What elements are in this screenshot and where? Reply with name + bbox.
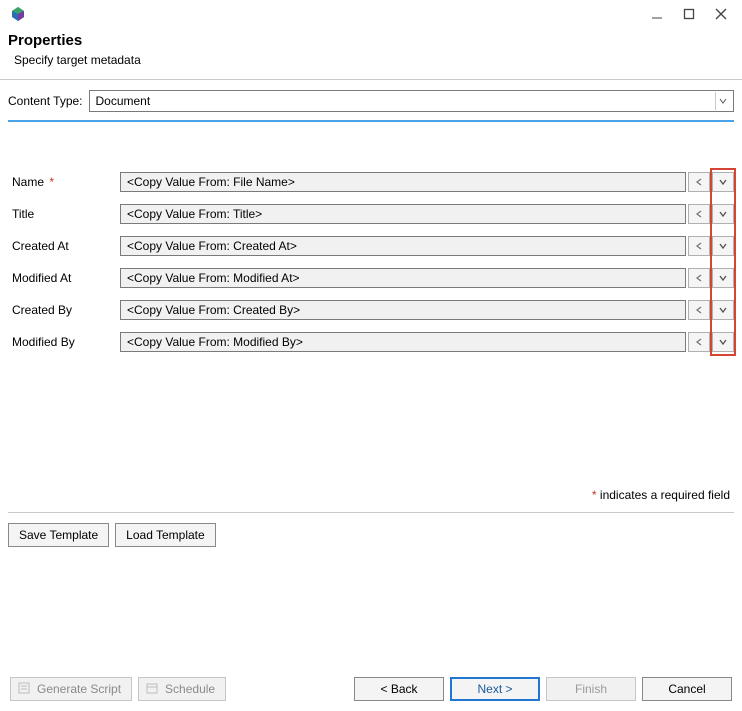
generate-script-label: Generate Script	[37, 682, 121, 696]
field-row: Modified By<Copy Value From: Modified By…	[8, 326, 734, 358]
field-input[interactable]: <Copy Value From: Created At>	[120, 236, 686, 256]
divider	[0, 79, 742, 80]
chevron-down-icon	[718, 305, 728, 315]
field-prev-button[interactable]	[688, 268, 710, 288]
field-input[interactable]: <Copy Value From: Modified At>	[120, 268, 686, 288]
field-label: Title	[8, 207, 120, 221]
chevron-left-icon	[694, 241, 704, 251]
cancel-button[interactable]: Cancel	[642, 677, 732, 701]
chevron-down-icon	[715, 92, 729, 110]
field-dropdown-button[interactable]	[712, 172, 734, 192]
back-button[interactable]: < Back	[354, 677, 444, 701]
app-logo-icon	[10, 6, 26, 22]
chevron-left-icon	[694, 273, 704, 283]
field-dropdown-button[interactable]	[712, 332, 734, 352]
chevron-down-icon	[718, 177, 728, 187]
fields-container: Name *<Copy Value From: File Name>Title<…	[0, 122, 742, 358]
field-row: Created At<Copy Value From: Created At>	[8, 230, 734, 262]
dialog-header: Properties Specify target metadata	[0, 28, 742, 75]
page-title: Properties	[8, 32, 734, 49]
content-type-row: Content Type: Document	[0, 90, 742, 112]
field-label: Modified By	[8, 335, 120, 349]
window-close-icon[interactable]	[714, 7, 728, 21]
schedule-button[interactable]: Schedule	[138, 677, 226, 701]
chevron-left-icon	[694, 337, 704, 347]
next-button[interactable]: Next >	[450, 677, 540, 701]
field-label: Modified At	[8, 271, 120, 285]
window-maximize-icon[interactable]	[682, 7, 696, 21]
field-row: Name *<Copy Value From: File Name>	[8, 166, 734, 198]
chevron-down-icon	[718, 337, 728, 347]
field-label: Created By	[8, 303, 120, 317]
field-prev-button[interactable]	[688, 204, 710, 224]
chevron-left-icon	[694, 209, 704, 219]
field-prev-button[interactable]	[688, 172, 710, 192]
window-minimize-icon[interactable]	[650, 7, 664, 21]
field-dropdown-button[interactable]	[712, 236, 734, 256]
chevron-down-icon	[718, 241, 728, 251]
field-dropdown-button[interactable]	[712, 300, 734, 320]
field-prev-button[interactable]	[688, 332, 710, 352]
field-dropdown-button[interactable]	[712, 204, 734, 224]
chevron-left-icon	[694, 305, 704, 315]
required-star-icon: *	[46, 175, 54, 189]
required-field-note: * indicates a required field	[0, 488, 742, 502]
load-template-button[interactable]: Load Template	[115, 523, 216, 547]
content-type-select[interactable]: Document	[89, 90, 735, 112]
template-bar: Save Template Load Template	[8, 512, 734, 547]
chevron-down-icon	[718, 273, 728, 283]
field-label: Name *	[8, 175, 120, 189]
chevron-down-icon	[718, 209, 728, 219]
field-dropdown-button[interactable]	[712, 268, 734, 288]
content-type-value: Document	[96, 94, 151, 108]
content-type-label: Content Type:	[8, 94, 83, 108]
field-prev-button[interactable]	[688, 236, 710, 256]
field-prev-button[interactable]	[688, 300, 710, 320]
field-input[interactable]: <Copy Value From: Created By>	[120, 300, 686, 320]
field-label: Created At	[8, 239, 120, 253]
finish-button: Finish	[546, 677, 636, 701]
field-input[interactable]: <Copy Value From: File Name>	[120, 172, 686, 192]
field-input[interactable]: <Copy Value From: Title>	[120, 204, 686, 224]
calendar-icon	[145, 681, 159, 698]
schedule-label: Schedule	[165, 682, 215, 696]
page-subtitle: Specify target metadata	[14, 53, 734, 67]
window-titlebar	[0, 0, 742, 28]
field-row: Created By<Copy Value From: Created By>	[8, 294, 734, 326]
required-note-text: indicates a required field	[597, 488, 730, 502]
field-row: Modified At<Copy Value From: Modified At…	[8, 262, 734, 294]
wizard-footer: Generate Script Schedule < Back Next > F…	[0, 677, 742, 701]
save-template-button[interactable]: Save Template	[8, 523, 109, 547]
field-row: Title<Copy Value From: Title>	[8, 198, 734, 230]
chevron-left-icon	[694, 177, 704, 187]
script-icon	[17, 681, 31, 698]
field-input[interactable]: <Copy Value From: Modified By>	[120, 332, 686, 352]
generate-script-button[interactable]: Generate Script	[10, 677, 132, 701]
